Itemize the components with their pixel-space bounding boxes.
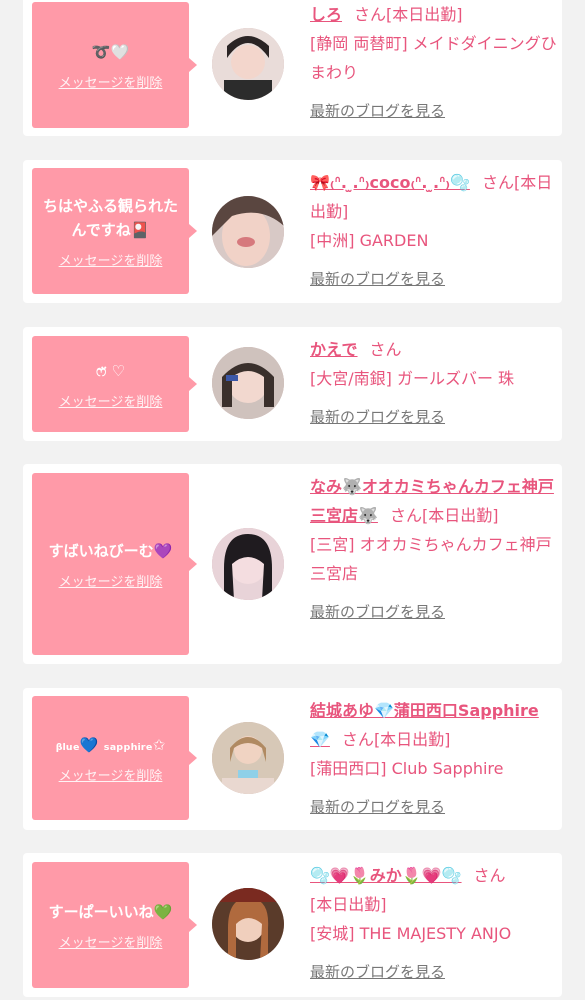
honorific: さん (389, 506, 422, 525)
attendance-status: [本日出勤] (310, 895, 387, 914)
blog-link[interactable]: 最新のブログを見る (310, 793, 445, 822)
sender-name-link[interactable]: かえで (310, 340, 358, 359)
message-bubble: ᵦₗᵤₑ💙 ₛₐₚₚₕᵢᵣₑ✩ メッセージを削除 (32, 696, 197, 820)
avatar[interactable] (212, 347, 284, 419)
delete-message-link[interactable]: メッセージを削除 (59, 765, 163, 784)
list-item: すーぱーいいね💚 メッセージを削除 🫧💗🌷みか🌷💗🫧 さん [本日出勤] [安城]… (23, 853, 562, 997)
sender-info: かえで さん [大宮/南銀] ガールズバー 珠 最新のブログを見る (310, 335, 558, 432)
avatar-image (212, 28, 284, 100)
sender-info: 結城あゆ💎蒲田西口Sapphire💎 さん[本日出勤] [蒲田西口] Club S… (310, 696, 558, 822)
attendance-status: [本日出勤] (373, 730, 451, 749)
message-text: ちはやふる観られたんですね🎴 (42, 196, 178, 239)
avatar-image (212, 196, 284, 268)
delete-message-link[interactable]: メッセージを削除 (59, 571, 163, 590)
sender-name-link[interactable]: 🫧💗🌷みか🌷💗🫧 (310, 866, 462, 885)
attendance-status: [本日出勤] (421, 506, 499, 525)
shop-name: [安城] THE MAJESTY ANJO (310, 924, 512, 943)
honorific: さん (481, 173, 514, 192)
avatar-image (212, 528, 284, 600)
honorific: さん (354, 5, 387, 24)
shop-name: [中洲] GARDEN (310, 231, 429, 250)
honorific: さん (341, 730, 374, 749)
sender-info: なみ🐺オオカミちゃんカフェ神戸三宮店🐺 さん[本日出勤] [三宮] オオカミちゃん… (310, 472, 558, 627)
list-item: ➰🤍 メッセージを削除 しろ さん[本日出勤] [静岡 両替町] メイドダイニング… (23, 0, 562, 136)
avatar[interactable] (212, 28, 284, 100)
avatar[interactable] (212, 528, 284, 600)
blog-link[interactable]: 最新のブログを見る (310, 403, 445, 432)
message-bubble: すばいねびーむ💜 メッセージを削除 (32, 473, 197, 655)
message-bubble: ちはやふる観られたんですね🎴 メッセージを削除 (32, 168, 197, 294)
blog-link[interactable]: 最新のブログを見る (310, 97, 445, 126)
message-text: すーぱーいいね💚 (48, 902, 173, 921)
blog-link[interactable]: 最新のブログを見る (310, 265, 445, 294)
attendance-status: [本日出勤] (386, 5, 463, 24)
list-item: ちはやふる観られたんですね🎴 メッセージを削除 🎀₍ᐢ. ̫.ᐢ₎coco₍ᐢ.… (23, 160, 562, 303)
shop-name: [蒲田西口] Club Sapphire (310, 759, 504, 778)
sender-info: しろ さん[本日出勤] [静岡 両替町] メイドダイニングひまわり 最新のブログを… (310, 0, 558, 126)
blog-link[interactable]: 最新のブログを見る (310, 958, 445, 987)
message-bubble: ➰🤍 メッセージを削除 (32, 2, 197, 128)
avatar[interactable] (212, 722, 284, 794)
message-list: ➰🤍 メッセージを削除 しろ さん[本日出勤] [静岡 両替町] メイドダイニング… (0, 0, 585, 1000)
avatar-image (212, 722, 284, 794)
delete-message-link[interactable]: メッセージを削除 (59, 932, 163, 951)
honorific: さん (369, 340, 402, 359)
avatar-image (212, 347, 284, 419)
shop-name: [大宮/南銀] ガールズバー 珠 (310, 369, 515, 388)
message-text: ෆ̈ ♡ (96, 361, 125, 380)
message-text: ➰🤍 (91, 42, 130, 61)
shop-name: [三宮] オオカミちゃんカフェ神戸三宮店 (310, 535, 552, 583)
list-item: すばいねびーむ💜 メッセージを削除 なみ🐺オオカミちゃんカフェ神戸三宮店🐺 さん[… (23, 464, 562, 664)
delete-message-link[interactable]: メッセージを削除 (59, 72, 163, 91)
honorific: さん (473, 866, 506, 885)
sender-name-link[interactable]: しろ (310, 5, 342, 24)
avatar-image (212, 888, 284, 960)
message-text: すばいねびーむ💜 (48, 541, 173, 560)
delete-message-link[interactable]: メッセージを削除 (59, 391, 163, 410)
avatar[interactable] (212, 888, 284, 960)
message-bubble: すーぱーいいね💚 メッセージを削除 (32, 862, 197, 988)
message-bubble: ෆ̈ ♡ メッセージを削除 (32, 336, 197, 432)
sender-info: 🎀₍ᐢ. ̫.ᐢ₎coco₍ᐢ. ̫.ᐢ₎🫧 さん[本日出勤] [中洲] GARD… (310, 168, 558, 294)
message-text: ᵦₗᵤₑ💙 ₛₐₚₚₕᵢᵣₑ✩ (55, 735, 166, 754)
avatar[interactable] (212, 196, 284, 268)
delete-message-link[interactable]: メッセージを削除 (59, 250, 163, 269)
list-item: ෆ̈ ♡ メッセージを削除 かえで さん [大宮/南銀] ガールズバー 珠 最新の… (23, 327, 562, 441)
blog-link[interactable]: 最新のブログを見る (310, 598, 445, 627)
list-item: ᵦₗᵤₑ💙 ₛₐₚₚₕᵢᵣₑ✩ メッセージを削除 結城あゆ💎蒲田西口Sapphi… (23, 688, 562, 830)
shop-name: [静岡 両替町] メイドダイニングひまわり (310, 34, 557, 82)
sender-name-link[interactable]: 🎀₍ᐢ. ̫.ᐢ₎coco₍ᐢ. ̫.ᐢ₎🫧 (310, 173, 470, 192)
sender-info: 🫧💗🌷みか🌷💗🫧 さん [本日出勤] [安城] THE MAJESTY ANJO … (310, 861, 558, 987)
